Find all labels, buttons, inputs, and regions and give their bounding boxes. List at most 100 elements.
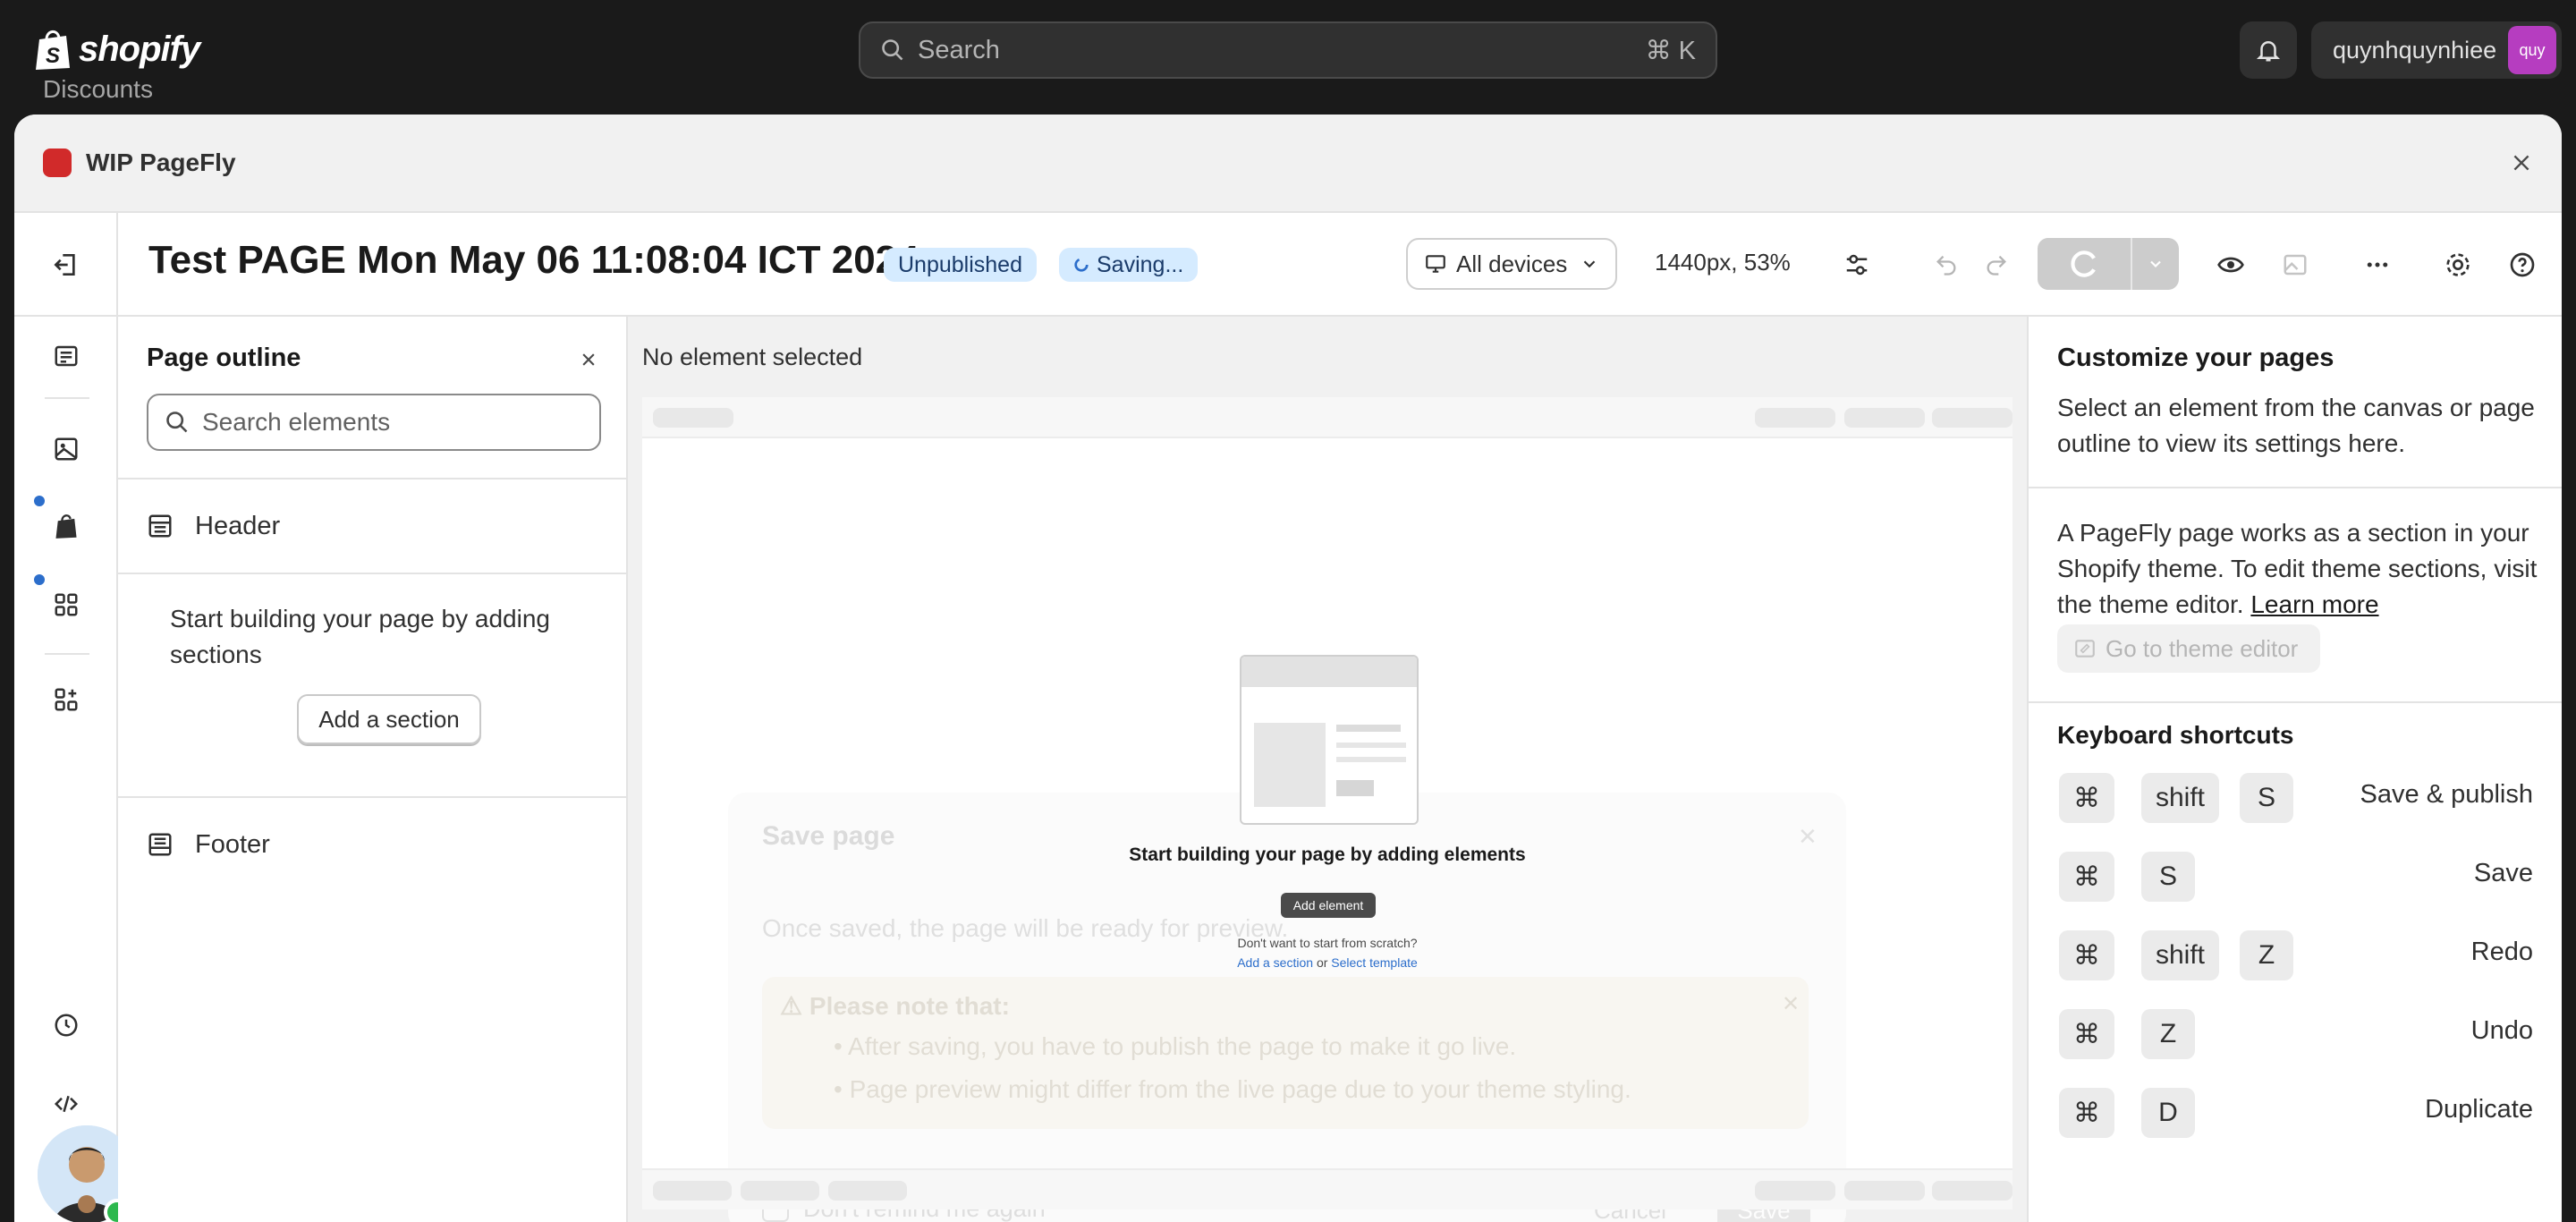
publish-button-group[interactable] [2038,238,2179,290]
grid-icon [55,593,78,616]
pagefly-app-icon [43,149,72,177]
outline-divider [118,796,626,798]
device-select-value: All devices [1456,250,1568,277]
illustration-image [1254,723,1326,807]
shortcut-key: shift [2141,773,2220,823]
more-actions-button[interactable] [2356,243,2399,286]
spinner-icon [1074,258,1089,272]
bell-icon [2256,41,2281,62]
editor-canvas-area: No element selected Save page ✕ Once sav… [628,317,2029,1222]
shopify-wordmark: shopify [79,29,200,69]
nav-version-history[interactable] [45,1004,88,1047]
ghost-note-item: • Page preview might differ from the liv… [834,1075,1631,1103]
outline-header-label: Header [195,511,281,540]
shortcut-row: ⌘ shift S Save & publish [2029,760,2562,832]
publish-button[interactable] [2038,238,2131,290]
outline-item-header[interactable]: Header [147,490,603,562]
editor-toolbar: Test PAGE Mon May 06 11:08:04 ICT 2024 U… [14,213,2562,317]
nav-shopify-elements[interactable] [45,505,88,547]
thumbnail-button[interactable] [2274,243,2317,286]
or-text: or [1316,955,1328,970]
go-to-theme-editor-button[interactable]: Go to theme editor [2057,624,2320,673]
page-title[interactable]: Test PAGE Mon May 06 11:08:04 ICT 2024 [148,238,919,283]
nav-page-outline[interactable] [45,335,88,378]
ghost-note-close-icon: ✕ [1782,992,1801,1016]
outline-item-footer[interactable]: Footer [147,809,603,880]
sliders-icon [1846,254,1868,276]
settings-button[interactable] [2436,243,2479,286]
search-shortcut-hint: ⌘ K [1645,36,1696,65]
saving-label: Saving... [1097,251,1184,277]
preview-button[interactable] [2209,243,2252,286]
nav-notification-dot [34,574,45,585]
shopify-bag-icon [55,514,77,539]
selection-status: No element selected [642,344,863,370]
select-template-link[interactable]: Select template [1331,955,1418,970]
help-icon [2510,252,2535,277]
exit-editor-button[interactable] [14,213,118,317]
redo-button[interactable] [1975,243,2018,286]
desktop-icon [1426,255,1445,273]
skeleton-nav [1932,408,2012,428]
inspector-divider [2029,487,2562,488]
inspector-title: Customize your pages [2057,344,2334,372]
notifications-button[interactable] [2240,21,2297,79]
skeleton-logo [653,408,733,428]
ghost-note-item-text: Page preview might differ from the live … [849,1075,1631,1103]
shortcut-key: Z [2141,1009,2195,1059]
nav-sections[interactable] [45,583,88,626]
publish-options-button[interactable] [2131,238,2179,290]
chevron-down-icon [2150,260,2161,268]
illustration-line [1336,725,1401,732]
shortcut-key: ⌘ [2059,930,2114,980]
admin-search-bar[interactable]: Search ⌘ K [859,21,1717,79]
nav-apps[interactable] [45,678,88,721]
warning-icon: ⚠ [780,992,803,1020]
outline-divider [118,478,626,479]
outline-footer-label: Footer [195,829,270,859]
shortcut-key: ⌘ [2059,852,2114,902]
page-canvas[interactable]: Save page ✕ Once saved, the page will be… [642,397,2012,1222]
learn-more-link[interactable]: Learn more [2250,590,2378,618]
gear-icon [2446,253,2470,276]
nav-code[interactable] [45,1082,88,1125]
close-modal-icon[interactable] [2510,151,2533,174]
user-avatar: quy [2508,26,2556,74]
shopify-logo[interactable]: S shopify [34,27,200,72]
header-layout-icon [148,514,172,538]
undo-icon [1936,255,1956,276]
footer-layout-icon [148,833,172,856]
outline-divider [118,573,626,574]
nav-media[interactable] [45,428,88,471]
close-outline-button[interactable] [572,344,605,376]
skeleton-nav [1844,408,1925,428]
skeleton-footer [653,1181,732,1201]
skeleton-nav [1755,408,1835,428]
shortcut-key: shift [2141,930,2220,980]
modal-title: WIP PageFly [86,149,236,176]
status-badge-unpublished: Unpublished [884,248,1037,282]
svg-text:S: S [46,44,60,68]
ghost-note-item-text: After saving, you have to publish the pa… [848,1032,1517,1060]
shortcut-row: ⌘ Z Undo [2029,997,2562,1068]
undo-button[interactable] [1925,243,1968,286]
shortcut-label: Save & publish [2360,780,2533,809]
help-button[interactable] [2501,243,2544,286]
add-section-link[interactable]: Add a section [1237,955,1313,970]
inspector-divider [2029,701,2562,703]
user-menu-button[interactable]: quynhquynhiee quy [2311,21,2562,79]
inspector-info-text: A PageFly page works as a section in you… [2057,515,2547,623]
zoom-readout[interactable]: 1440px, 53% [1655,249,1791,276]
shopify-bag-icon: S [36,30,70,70]
search-elements-input[interactable]: Search elements [147,394,601,451]
device-select[interactable]: All devices [1406,238,1617,290]
shortcut-key: ⌘ [2059,773,2114,823]
pagefly-modal: WIP PageFly Test PAGE Mon May 06 11:08:0… [14,115,2562,1222]
add-section-button[interactable]: Add a section [297,694,481,744]
close-icon [582,353,595,366]
page-settings-sliders-button[interactable] [1835,243,1878,286]
add-element-button[interactable]: Add element [1281,893,1376,918]
nav-notification-dot [34,496,45,506]
eye-icon [2217,257,2244,273]
shortcut-key: ⌘ [2059,1088,2114,1138]
